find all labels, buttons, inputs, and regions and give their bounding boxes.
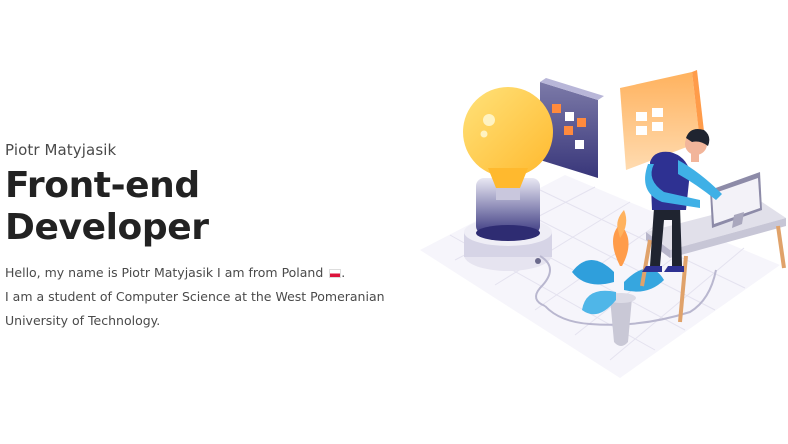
poland-flag-icon [329,269,342,278]
hero-section: Piotr Matyjasik Front-end Developer Hell… [5,141,405,333]
bio-line-2: I am a student of Computer Science at th… [5,289,385,304]
page-title: Front-end Developer [5,165,209,248]
author-name: Piotr Matyjasik [5,141,117,159]
bio: Hello, my name is Piotr Matyjasik I am f… [5,261,405,333]
bio-line-1-text: Hello, my name is Piotr Matyjasik I am f… [5,265,324,280]
developer-illustration [410,60,788,390]
bio-line-3: University of Technology. [5,313,161,328]
bio-line-1-suffix: . [341,265,346,280]
bio-line-1: Hello, my name is Piotr Matyjasik I am f… [5,261,405,285]
